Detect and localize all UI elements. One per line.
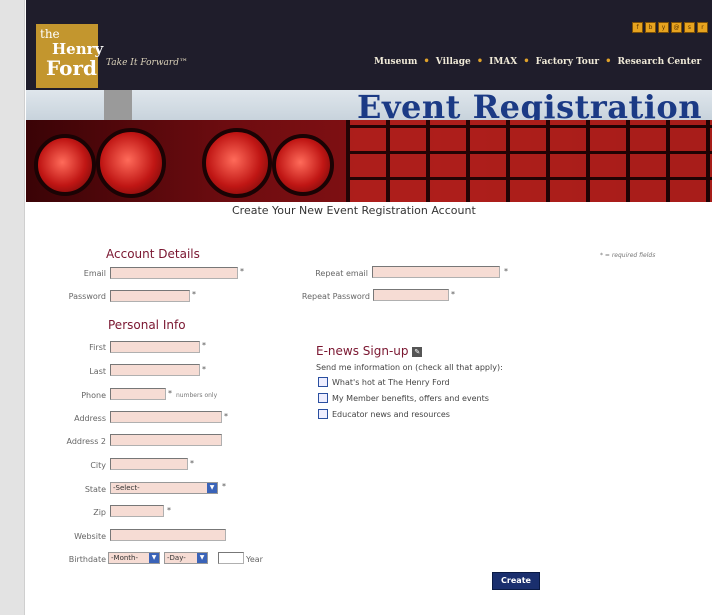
- nav-factory-tour[interactable]: Factory Tour: [536, 57, 599, 67]
- city-field[interactable]: [110, 458, 188, 470]
- nav-museum[interactable]: Museum: [374, 57, 417, 67]
- password-label: Password: [68, 292, 106, 301]
- required-note: * = required fields: [600, 252, 656, 259]
- headlight-image: [96, 128, 166, 198]
- address2-label: Address 2: [66, 437, 107, 446]
- address-label: Address: [74, 414, 106, 423]
- band-square: [104, 90, 132, 120]
- zip-field[interactable]: [110, 505, 164, 517]
- required-star: *: [240, 267, 244, 276]
- enews-option-member-benefits[interactable]: My Member benefits, offers and events: [318, 393, 489, 403]
- checkbox[interactable]: [318, 393, 328, 403]
- left-scroll-edge: [0, 0, 25, 615]
- headlight-image: [34, 134, 96, 196]
- email-icon[interactable]: @: [671, 22, 682, 33]
- address2-field[interactable]: [110, 434, 222, 446]
- email-label: Email: [83, 269, 106, 278]
- nav-separator: •: [605, 56, 612, 67]
- first-name-label: First: [89, 343, 106, 352]
- nav-imax[interactable]: IMAX: [489, 57, 517, 67]
- repeat-password-label: Repeat Password: [301, 292, 370, 301]
- state-select[interactable]: -Select- ▼: [110, 482, 218, 494]
- share-icon[interactable]: s: [684, 22, 695, 33]
- main-nav: Museum • Village • IMAX • Factory Tour •…: [374, 56, 701, 67]
- required-star: *: [451, 290, 455, 299]
- day-select[interactable]: -Day- ▼: [164, 552, 208, 564]
- required-star: *: [190, 459, 194, 468]
- rss-icon[interactable]: r: [697, 22, 708, 33]
- repeat-password-field[interactable]: [373, 289, 449, 301]
- youtube-icon[interactable]: y: [658, 22, 669, 33]
- enews-option-label: My Member benefits, offers and events: [332, 393, 489, 403]
- enews-option-label: Educator news and resources: [332, 409, 450, 419]
- site-header: [26, 0, 712, 90]
- zip-label: Zip: [93, 508, 106, 517]
- month-select-value: -Month-: [111, 554, 138, 562]
- henry-ford-logo[interactable]: the Henry Ford: [36, 24, 103, 88]
- required-star: *: [202, 341, 206, 350]
- enews-option-educator[interactable]: Educator news and resources: [318, 409, 450, 419]
- edit-icon: ✎: [412, 346, 423, 357]
- chevron-down-icon[interactable]: ▼: [149, 553, 159, 563]
- required-star: *: [192, 290, 196, 299]
- browser-page: the Henry Ford Take It Forward™ f b y @ …: [0, 0, 712, 615]
- last-name-field[interactable]: [110, 364, 200, 376]
- nav-separator: •: [523, 56, 530, 67]
- phone-label: Phone: [81, 391, 106, 400]
- year-field[interactable]: [218, 552, 244, 564]
- nav-research-center[interactable]: Research Center: [618, 57, 702, 67]
- personal-info-heading: Personal Info: [108, 318, 186, 332]
- chevron-down-icon[interactable]: ▼: [197, 553, 207, 563]
- form-title: Create Your New Event Registration Accou…: [232, 204, 476, 217]
- state-label: State: [84, 485, 106, 494]
- logo-text-ford: Ford: [46, 56, 97, 80]
- enews-option-whats-hot[interactable]: What's hot at The Henry Ford: [318, 377, 450, 387]
- facebook-icon[interactable]: f: [632, 22, 643, 33]
- required-star: *: [167, 506, 171, 515]
- last-name-label: Last: [89, 367, 106, 376]
- social-icons: f b y @ s r: [632, 22, 708, 33]
- month-select[interactable]: -Month- ▼: [108, 552, 160, 564]
- enews-option-label: What's hot at The Henry Ford: [332, 377, 450, 387]
- day-select-value: -Day-: [167, 554, 186, 562]
- required-star: *: [222, 482, 226, 491]
- logo-text-henry: Henry: [52, 40, 104, 58]
- website-label: Website: [74, 532, 106, 541]
- year-label: Year: [246, 555, 263, 564]
- logo-text-the: the: [40, 27, 60, 41]
- nav-separator: •: [476, 56, 484, 67]
- required-star: *: [168, 389, 172, 398]
- tagline: Take It Forward™: [106, 58, 188, 68]
- repeat-email-label: Repeat email: [315, 269, 368, 278]
- create-button[interactable]: Create: [492, 572, 540, 590]
- website-field[interactable]: [110, 529, 226, 541]
- headlight-image: [272, 134, 334, 196]
- first-name-field[interactable]: [110, 341, 200, 353]
- enews-heading-text: E-news Sign-up: [316, 344, 409, 358]
- birthdate-label: Birthdate: [68, 555, 106, 564]
- nav-separator: •: [423, 56, 430, 67]
- required-star: *: [504, 267, 508, 276]
- state-select-value: -Select-: [113, 484, 140, 492]
- headlight-image: [202, 128, 272, 198]
- enews-heading: E-news Sign-up ✎: [316, 344, 423, 358]
- account-details-heading: Account Details: [106, 247, 200, 261]
- nav-village[interactable]: Village: [436, 57, 471, 67]
- city-label: City: [90, 461, 106, 470]
- address-field[interactable]: [110, 411, 222, 423]
- blog-icon[interactable]: b: [645, 22, 656, 33]
- required-star: *: [224, 412, 228, 421]
- phone-hint: numbers only: [176, 392, 218, 399]
- grille-image: [346, 120, 712, 202]
- phone-field[interactable]: [110, 388, 166, 400]
- enews-prompt: Send me information on (check all that a…: [316, 363, 503, 372]
- hero-car-image: [26, 120, 712, 202]
- checkbox[interactable]: [318, 377, 328, 387]
- chevron-down-icon[interactable]: ▼: [207, 483, 217, 493]
- password-field[interactable]: [110, 290, 190, 302]
- checkbox[interactable]: [318, 409, 328, 419]
- repeat-email-field[interactable]: [372, 266, 500, 278]
- required-star: *: [202, 365, 206, 374]
- email-field[interactable]: [110, 267, 238, 279]
